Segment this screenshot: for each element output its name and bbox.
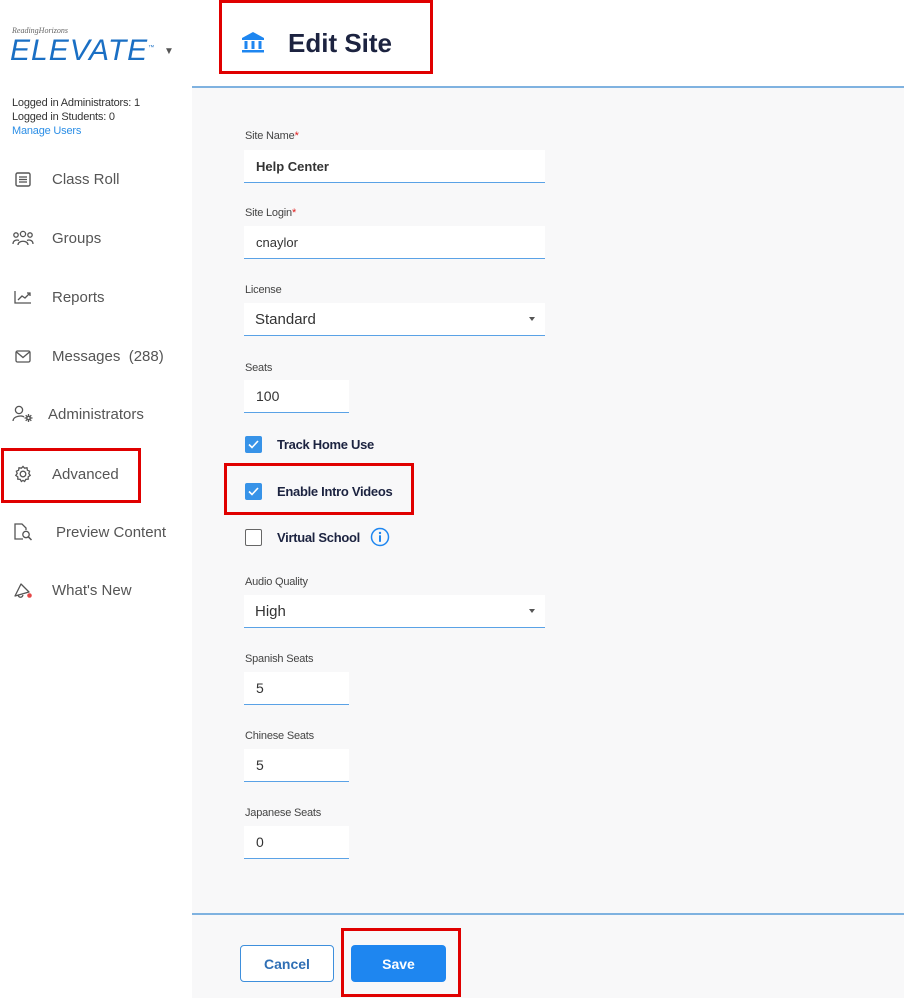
audio-quality-value: High	[255, 602, 286, 620]
main-panel: Edit Site Site Name* Site Login* License…	[192, 0, 904, 998]
audio-quality-label: Audio Quality	[245, 576, 308, 588]
sidebar-item-reports[interactable]: Reports	[12, 283, 105, 311]
required-marker: *	[291, 207, 297, 219]
sidebar-item-groups[interactable]: Groups	[12, 224, 101, 252]
sidebar-item-whats-new[interactable]: What's New	[12, 576, 132, 604]
virtual-school-checkbox[interactable]: Virtual School	[245, 527, 390, 547]
sidebar-item-preview-content[interactable]: Preview Content	[12, 518, 166, 546]
page-header: Edit Site	[192, 0, 904, 88]
messages-icon	[12, 345, 34, 367]
check-icon	[245, 482, 262, 500]
info-icon[interactable]	[370, 527, 390, 547]
japanese-seats-input[interactable]	[244, 826, 349, 859]
page-title: Edit Site	[288, 28, 393, 58]
manage-users-link[interactable]: Manage Users	[12, 124, 140, 138]
enable-intro-videos-label: Enable Intro Videos	[277, 483, 393, 499]
site-name-label: Site Name*	[245, 130, 299, 142]
bank-icon	[240, 30, 266, 59]
gear-icon	[12, 463, 34, 485]
site-login-label: Site Login*	[245, 207, 296, 219]
preview-content-icon	[12, 521, 34, 543]
logged-in-students: Logged in Students: 0	[12, 111, 115, 123]
license-select[interactable]: Standard	[244, 303, 545, 336]
login-stats: Logged in Administrators: 1 Logged in St…	[12, 96, 140, 138]
logged-in-admins: Logged in Administrators: 1	[12, 97, 140, 109]
administrators-icon	[12, 403, 34, 425]
virtual-school-label: Virtual School	[277, 529, 360, 545]
check-icon	[245, 435, 262, 453]
reports-icon	[12, 286, 34, 308]
sidebar-item-label: Groups	[52, 229, 102, 247]
sidebar-item-label: Preview Content	[56, 523, 167, 541]
sidebar-item-advanced[interactable]: Advanced	[12, 460, 119, 488]
chevron-down-icon	[529, 609, 535, 613]
required-marker: *	[294, 130, 299, 142]
sidebar-item-label: Messages (288)	[52, 347, 164, 365]
track-home-use-label: Track Home Use	[277, 436, 374, 452]
site-name-label-text: Site Name	[245, 130, 295, 142]
checkbox-empty-icon	[245, 528, 262, 546]
spanish-seats-input[interactable]	[244, 672, 349, 705]
enable-intro-videos-checkbox[interactable]: Enable Intro Videos	[245, 481, 393, 501]
spanish-seats-label: Spanish Seats	[245, 653, 314, 665]
sidebar-item-administrators[interactable]: Administrators	[12, 400, 144, 428]
sidebar-item-class-roll[interactable]: Class Roll	[12, 165, 120, 193]
sidebar-item-label: Reports	[52, 288, 105, 306]
chevron-down-icon[interactable]: ▼	[164, 46, 174, 57]
track-home-use-checkbox[interactable]: Track Home Use	[245, 434, 374, 454]
chevron-down-icon	[529, 317, 535, 321]
chinese-seats-label: Chinese Seats	[245, 730, 314, 742]
save-button[interactable]: Save	[351, 945, 446, 982]
brand-tm: ™	[148, 45, 156, 51]
sidebar-item-label: Advanced	[52, 465, 119, 483]
cancel-button[interactable]: Cancel	[240, 945, 334, 982]
license-value: Standard	[255, 310, 316, 328]
sidebar-item-label: Class Roll	[52, 170, 120, 188]
brand-logo[interactable]: ELEVATE™	[10, 34, 155, 68]
seats-label: Seats	[245, 362, 273, 374]
site-login-input[interactable]	[244, 226, 545, 259]
class-roll-icon	[12, 168, 34, 190]
megaphone-icon	[12, 579, 34, 601]
site-name-input[interactable]	[244, 150, 545, 183]
sidebar-item-messages[interactable]: Messages (288)	[12, 342, 164, 370]
sidebar-item-label: Administrators	[48, 405, 144, 423]
brand-name: ELEVATE	[10, 34, 149, 67]
chinese-seats-input[interactable]	[244, 749, 349, 782]
seats-input[interactable]	[244, 380, 349, 413]
sidebar: ReadingHorizons ELEVATE™ ▼ Logged in Adm…	[0, 0, 192, 998]
sidebar-item-label: What's New	[52, 581, 132, 599]
audio-quality-select[interactable]: High	[244, 595, 545, 628]
site-login-label-text: Site Login	[245, 207, 292, 219]
groups-icon	[12, 227, 34, 249]
license-label: License	[245, 284, 282, 296]
form-footer: Cancel Save	[192, 913, 904, 998]
japanese-seats-label: Japanese Seats	[245, 807, 322, 819]
